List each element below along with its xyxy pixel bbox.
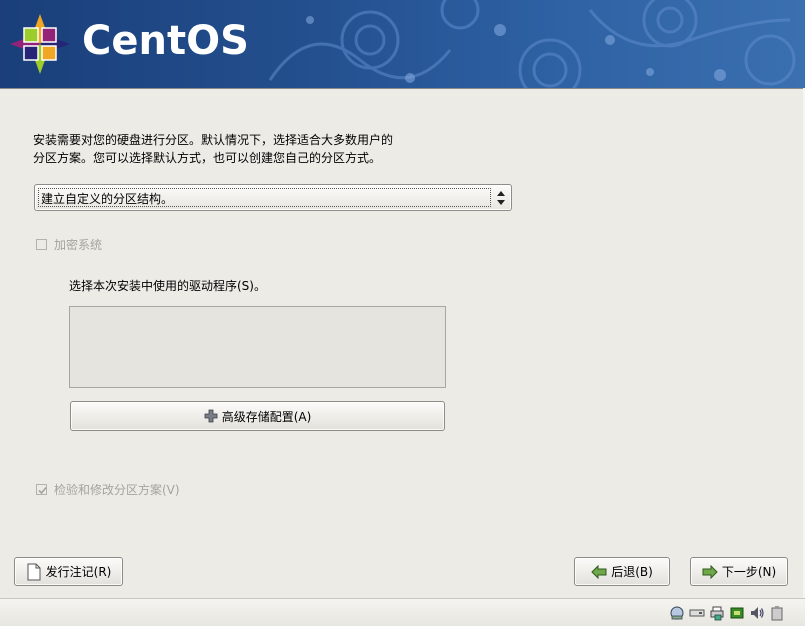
- speaker-icon[interactable]: [749, 605, 765, 621]
- updown-arrow-icon: [497, 191, 505, 205]
- next-button[interactable]: 下一步(N): [690, 557, 788, 586]
- intro-line-1: 安装需要对您的硬盘进行分区。默认情况下，选择适合大多数用户的: [33, 133, 394, 147]
- drive-icon[interactable]: [689, 605, 705, 621]
- chip-icon[interactable]: [729, 605, 745, 621]
- review-partitions-label: 检验和修改分区方案(V): [54, 483, 180, 497]
- arrow-left-icon: [591, 564, 607, 579]
- encrypt-checkbox-box[interactable]: [36, 239, 47, 250]
- release-notes-button[interactable]: 发行注记(R): [14, 557, 123, 586]
- driver-list[interactable]: [69, 306, 446, 388]
- partition-layout-select[interactable]: 建立自定义的分区结构。: [34, 184, 512, 211]
- back-button[interactable]: 后退(B): [574, 557, 670, 586]
- banner-divider: [0, 88, 805, 89]
- encrypt-system-label: 加密系统: [54, 238, 103, 252]
- intro-line-2: 分区方案。您可以选择默认方式，也可以创建您自己的分区方式。: [33, 151, 382, 165]
- status-bar: [0, 598, 805, 626]
- advanced-storage-button[interactable]: 高级存储配置(A): [70, 401, 445, 431]
- partition-layout-value: 建立自定义的分区结构。: [41, 192, 174, 206]
- centos-logo-icon: [10, 14, 70, 74]
- printer-icon[interactable]: [709, 605, 725, 621]
- checkmark-icon: [38, 486, 47, 495]
- review-checkbox-box[interactable]: [36, 484, 47, 495]
- release-notes-label: 发行注记(R): [45, 565, 112, 579]
- next-label: 下一步(N): [721, 565, 777, 579]
- brand-name: CentOS: [82, 18, 249, 64]
- drivers-label: 选择本次安装中使用的驱动程序(S)。: [69, 279, 266, 293]
- back-label: 后退(B): [611, 565, 653, 579]
- document-icon: [27, 563, 41, 580]
- header-banner: CentOS: [0, 0, 805, 88]
- review-partitions-checkbox[interactable]: 检验和修改分区方案(V): [36, 481, 180, 498]
- arrow-right-icon: [702, 564, 718, 579]
- swirl-decoration: [268, 0, 796, 88]
- clipboard-icon[interactable]: [769, 605, 785, 621]
- encrypt-system-checkbox[interactable]: 加密系统: [36, 236, 102, 253]
- advanced-storage-label: 高级存储配置(A): [221, 409, 312, 424]
- network-icon[interactable]: [669, 605, 685, 621]
- system-tray: [669, 605, 785, 621]
- intro-text: 安装需要对您的硬盘进行分区。默认情况下，选择适合大多数用户的 分区方案。您可以选…: [33, 131, 453, 167]
- plus-icon: [204, 409, 218, 423]
